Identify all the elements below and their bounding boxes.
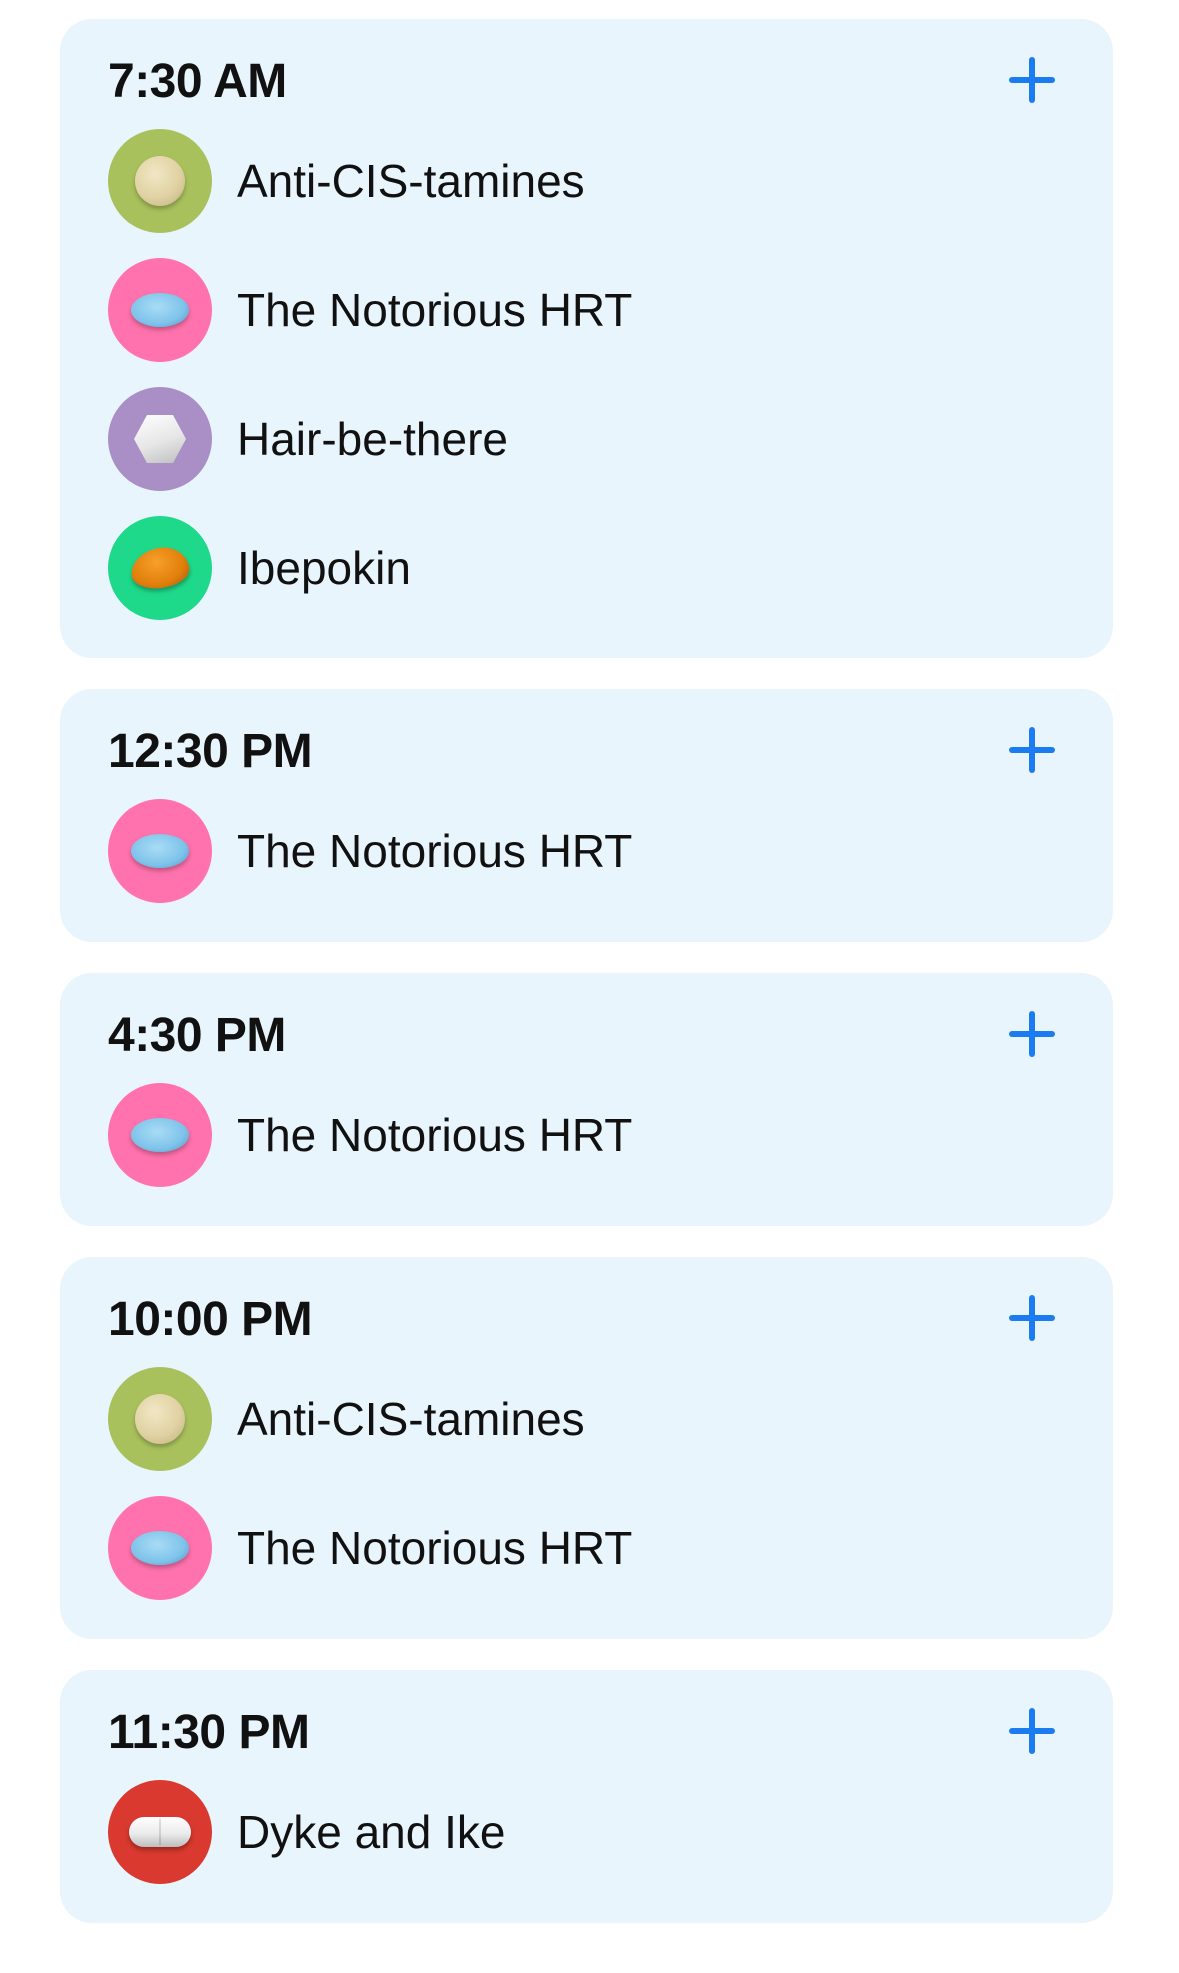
plus-icon[interactable] — [1009, 1011, 1055, 1057]
medication-row[interactable]: The Notorious HRT — [108, 1496, 1113, 1600]
time-slot-card: 7:30 AM Anti-CIS-tamines The Notorious H… — [60, 19, 1113, 658]
time-slot-card: 12:30 PM The Notorious HRT — [60, 689, 1113, 942]
time-slot-card: 11:30 PM Dyke and Ike — [60, 1670, 1113, 1923]
oval-blue-pill-icon — [131, 1531, 189, 1565]
plus-icon[interactable] — [1009, 727, 1055, 773]
round-beige-pill-icon — [135, 1394, 185, 1444]
medication-name: Dyke and Ike — [237, 1806, 506, 1858]
medication-name: The Notorious HRT — [237, 825, 633, 877]
round-beige-pill-icon — [135, 156, 185, 206]
pill-avatar — [108, 1496, 212, 1600]
orange-pill-icon — [128, 544, 192, 592]
time-slot-title: 12:30 PM — [108, 725, 313, 778]
pill-avatar — [108, 1367, 212, 1471]
oval-blue-pill-icon — [131, 1118, 189, 1152]
medication-name: The Notorious HRT — [237, 1109, 633, 1161]
plus-icon[interactable] — [1009, 57, 1055, 103]
plus-icon[interactable] — [1009, 1708, 1055, 1754]
pill-avatar — [108, 799, 212, 903]
pill-avatar — [108, 1083, 212, 1187]
oval-blue-pill-icon — [131, 293, 189, 327]
time-slot-title: 7:30 AM — [108, 55, 287, 108]
medication-row[interactable]: The Notorious HRT — [108, 799, 1113, 903]
medication-schedule: 7:30 AM Anti-CIS-tamines The Notorious H… — [60, 19, 1113, 1954]
time-slot-title: 11:30 PM — [108, 1706, 310, 1759]
medication-row[interactable]: Ibepokin — [108, 516, 1113, 620]
pill-avatar — [108, 258, 212, 362]
pill-avatar — [108, 387, 212, 491]
medication-name: Anti-CIS-tamines — [237, 155, 585, 207]
medication-row[interactable]: Anti-CIS-tamines — [108, 1367, 1113, 1471]
medication-row[interactable]: Hair-be-there — [108, 387, 1113, 491]
time-slot-title: 10:00 PM — [108, 1293, 313, 1346]
medication-row[interactable]: The Notorious HRT — [108, 258, 1113, 362]
plus-icon[interactable] — [1009, 1295, 1055, 1341]
time-slot-title: 4:30 PM — [108, 1009, 286, 1062]
white-capsule-icon — [129, 1817, 191, 1847]
oval-blue-pill-icon — [131, 834, 189, 868]
time-slot-card: 10:00 PM Anti-CIS-tamines The Notorious … — [60, 1257, 1113, 1639]
time-slot-card: 4:30 PM The Notorious HRT — [60, 973, 1113, 1226]
medication-name: The Notorious HRT — [237, 1522, 633, 1574]
medication-row[interactable]: Anti-CIS-tamines — [108, 129, 1113, 233]
pill-avatar — [108, 516, 212, 620]
medication-name: Anti-CIS-tamines — [237, 1393, 585, 1445]
medication-name: Ibepokin — [237, 542, 411, 594]
medication-row[interactable]: Dyke and Ike — [108, 1780, 1113, 1884]
pill-avatar — [108, 1780, 212, 1884]
medication-name: Hair-be-there — [237, 413, 508, 465]
medication-name: The Notorious HRT — [237, 284, 633, 336]
hexagon-white-pill-icon — [134, 415, 186, 463]
pill-avatar — [108, 129, 212, 233]
medication-row[interactable]: The Notorious HRT — [108, 1083, 1113, 1187]
